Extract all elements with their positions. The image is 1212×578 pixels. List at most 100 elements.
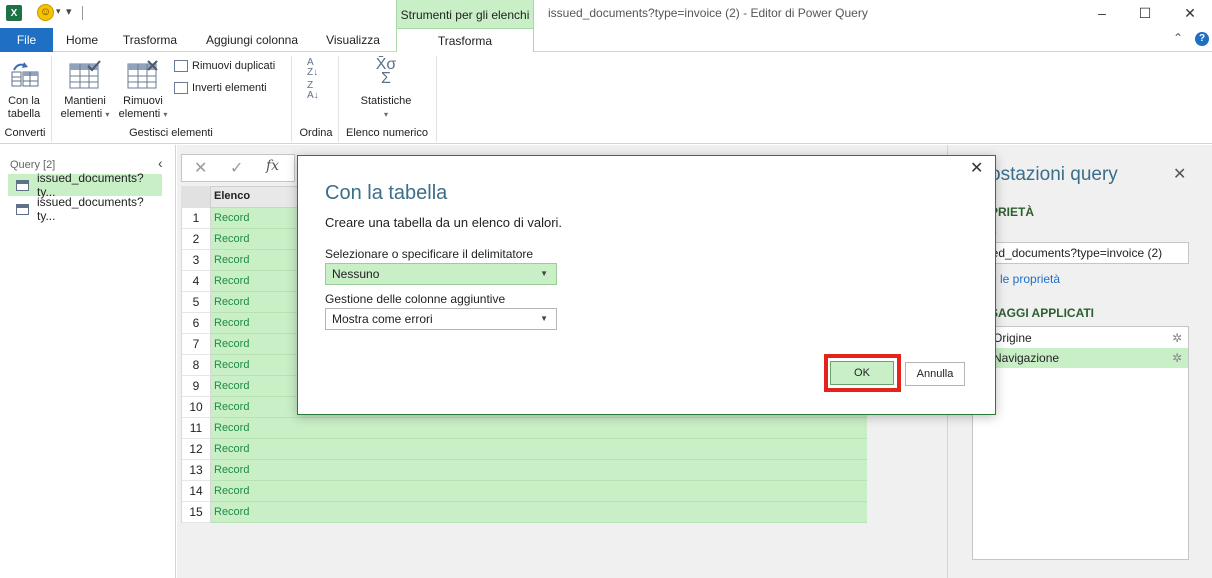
gear-icon[interactable]: ✲ bbox=[1172, 328, 1182, 348]
collapse-ribbon-icon[interactable]: ⌃ bbox=[1173, 31, 1183, 45]
minimize-icon[interactable]: – bbox=[1092, 3, 1112, 23]
record-cell[interactable]: Record bbox=[211, 481, 867, 502]
row-number[interactable]: 2 bbox=[181, 229, 211, 250]
record-cell[interactable]: Record bbox=[211, 502, 867, 523]
table-row[interactable]: 11 Record bbox=[181, 418, 867, 439]
remove-items-button[interactable] bbox=[126, 60, 160, 93]
query-name-input[interactable]: ued_documents?type=invoice (2) bbox=[972, 242, 1189, 264]
chevron-down-icon: ▼ bbox=[540, 269, 548, 278]
ribbon-tabs bbox=[0, 28, 1212, 52]
sort-descending-icon[interactable]: Z A↓ bbox=[307, 81, 319, 101]
properties-header: PRIETÀ bbox=[990, 205, 1035, 219]
dialog-description: Creare una tabella da un elenco di valor… bbox=[325, 215, 563, 230]
query-item[interactable]: issued_documents?ty... bbox=[8, 195, 162, 223]
row-number[interactable]: 15 bbox=[181, 502, 211, 523]
table-row[interactable]: 14 Record bbox=[181, 481, 867, 502]
collapse-pane-icon[interactable]: ‹ bbox=[158, 155, 163, 171]
qat-separator bbox=[82, 6, 83, 20]
window-title: issued_documents?type=invoice (2) - Edit… bbox=[548, 6, 868, 20]
tab-trasforma[interactable]: Trasforma bbox=[120, 28, 180, 52]
dialog-title: Con la tabella bbox=[325, 182, 448, 204]
row-number[interactable]: 13 bbox=[181, 460, 211, 481]
dialog-close-icon[interactable]: ✕ bbox=[970, 158, 983, 178]
record-cell[interactable]: Record bbox=[211, 418, 867, 439]
remove-duplicates-button[interactable]: Rimuovi duplicati bbox=[174, 60, 275, 72]
step-navigazione[interactable]: Navigazione ✲ bbox=[973, 348, 1188, 368]
statistics-icon[interactable]: X̄σ Σ bbox=[372, 57, 400, 87]
table-row[interactable]: 12 Record bbox=[181, 439, 867, 460]
confirm-formula-icon[interactable]: ✓ bbox=[230, 158, 243, 178]
help-icon[interactable]: ? bbox=[1195, 32, 1209, 46]
cancel-formula-icon[interactable]: ✕ bbox=[194, 158, 207, 178]
step-origine[interactable]: Origine ✲ bbox=[973, 328, 1188, 348]
query-settings-title: ostazioni query bbox=[990, 164, 1118, 185]
keep-items-label: Mantieni elementi ▾ bbox=[60, 95, 110, 120]
row-number[interactable]: 5 bbox=[181, 292, 211, 313]
row-number[interactable]: 12 bbox=[181, 439, 211, 460]
row-number[interactable]: 11 bbox=[181, 418, 211, 439]
column-header-elenco[interactable]: Elenco bbox=[214, 190, 250, 202]
extra-columns-select[interactable]: Mostra come errori ▼ bbox=[325, 308, 557, 330]
tab-file[interactable]: File bbox=[0, 28, 53, 52]
tab-trasforma-list[interactable]: Trasforma bbox=[396, 28, 534, 53]
fx-icon[interactable]: fx bbox=[266, 158, 279, 174]
group-gestisci-elementi: Gestisci elementi bbox=[129, 127, 213, 139]
reverse-items-button[interactable]: Inverti elementi bbox=[174, 82, 267, 94]
tab-home[interactable]: Home bbox=[62, 28, 102, 52]
keep-items-icon bbox=[69, 60, 101, 89]
queries-title: Query [2] bbox=[10, 159, 56, 171]
to-table-label: Con la tabella bbox=[7, 95, 41, 120]
row-number[interactable]: 8 bbox=[181, 355, 211, 376]
row-number[interactable]: 9 bbox=[181, 376, 211, 397]
to-table-icon bbox=[11, 62, 39, 87]
group-separator bbox=[291, 56, 292, 142]
table-row[interactable]: 13 Record bbox=[181, 460, 867, 481]
tab-aggiungi-colonna[interactable]: Aggiungi colonna bbox=[200, 28, 304, 52]
remove-duplicates-icon bbox=[174, 60, 188, 72]
reverse-items-icon bbox=[174, 82, 188, 94]
row-number[interactable]: 4 bbox=[181, 271, 211, 292]
query-item[interactable]: issued_documents?ty... bbox=[8, 171, 162, 199]
extra-columns-label: Gestione delle colonne aggiuntive bbox=[325, 292, 506, 306]
chevron-down-icon[interactable]: ▾ bbox=[56, 6, 61, 17]
grid-corner[interactable] bbox=[181, 186, 211, 208]
group-ordina: Ordina bbox=[299, 127, 333, 139]
row-number[interactable]: 7 bbox=[181, 334, 211, 355]
row-number[interactable]: 14 bbox=[181, 481, 211, 502]
row-number[interactable]: 1 bbox=[181, 208, 211, 229]
record-cell[interactable]: Record bbox=[211, 439, 867, 460]
remove-items-label: Rimuovi elementi ▾ bbox=[118, 95, 168, 120]
applied-steps-header: SAGGI APPLICATI bbox=[990, 306, 1095, 320]
sort-ascending-icon[interactable]: A Z↓ bbox=[307, 58, 318, 78]
group-separator bbox=[436, 56, 437, 142]
excel-logo-icon: X bbox=[6, 5, 22, 21]
group-elenco-numerico: Elenco numerico bbox=[346, 127, 428, 139]
cancel-button[interactable]: Annulla bbox=[905, 362, 965, 386]
contextual-tab-group: Strumenti per gli elenchi bbox=[396, 0, 534, 30]
row-number[interactable]: 3 bbox=[181, 250, 211, 271]
table-icon bbox=[16, 203, 29, 215]
table-icon bbox=[16, 179, 29, 191]
statistics-label[interactable]: Statistiche ▾ bbox=[352, 95, 420, 121]
row-number[interactable]: 10 bbox=[181, 397, 211, 418]
remove-items-icon bbox=[127, 60, 158, 89]
all-properties-link[interactable]: e le proprietà bbox=[990, 272, 1060, 286]
tab-visualizza[interactable]: Visualizza bbox=[322, 28, 384, 52]
record-cell[interactable]: Record bbox=[211, 460, 867, 481]
chevron-down-icon: ▼ bbox=[540, 314, 548, 323]
group-separator bbox=[51, 56, 52, 142]
gear-icon[interactable]: ✲ bbox=[1172, 348, 1182, 368]
delimiter-label: Selezionare o specificare il delimitator… bbox=[325, 247, 534, 261]
keep-items-button[interactable] bbox=[68, 60, 102, 93]
maximize-icon[interactable]: ☐ bbox=[1135, 3, 1155, 23]
to-table-button[interactable] bbox=[8, 60, 40, 93]
close-window-icon[interactable]: ✕ bbox=[1180, 3, 1200, 23]
group-converti: Converti bbox=[4, 127, 46, 139]
ok-button[interactable]: OK bbox=[830, 361, 894, 385]
row-number[interactable]: 6 bbox=[181, 313, 211, 334]
delimiter-select[interactable]: Nessuno ▼ bbox=[325, 263, 557, 285]
close-settings-icon[interactable]: ✕ bbox=[1173, 164, 1186, 184]
smiley-icon[interactable]: ☺ bbox=[37, 4, 54, 21]
customize-qat-icon[interactable]: ▾ bbox=[66, 5, 72, 18]
table-row[interactable]: 15 Record bbox=[181, 502, 867, 523]
